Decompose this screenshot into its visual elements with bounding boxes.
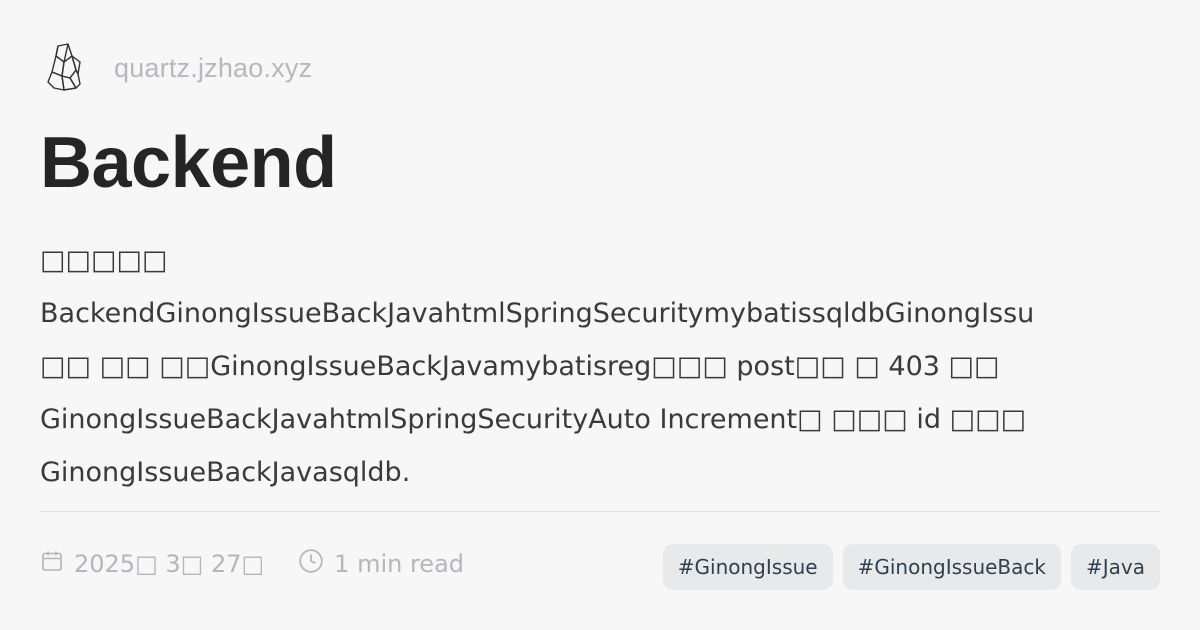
date-meta: 2025□ 3□ 27□ <box>40 549 264 579</box>
read-time-meta: 1 min read <box>298 548 464 580</box>
post-meta: 2025□ 3□ 27□ 1 min read <box>40 548 464 580</box>
tag-ginongissue[interactable]: #GinongIssue <box>662 544 833 590</box>
clock-icon <box>298 548 324 580</box>
tag-java[interactable]: #Java <box>1070 544 1160 590</box>
tag-ginongissueback[interactable]: #GinongIssueBack <box>842 544 1061 590</box>
calendar-icon <box>40 549 64 579</box>
site-name[interactable]: quartz.jzhao.xyz <box>114 53 312 84</box>
site-header: quartz.jzhao.xyz <box>40 40 312 96</box>
post-date: 2025□ 3□ 27□ <box>74 550 265 578</box>
page-description: □□□□□ BackendGinongIssueBackJavahtmlSpri… <box>40 245 1035 488</box>
divider <box>40 511 1160 512</box>
tag-list: #GinongIssue #GinongIssueBack #Java <box>662 544 1160 590</box>
page-title: Backend <box>40 123 337 203</box>
read-time: 1 min read <box>334 550 465 578</box>
crystal-logo-icon[interactable] <box>40 40 88 96</box>
